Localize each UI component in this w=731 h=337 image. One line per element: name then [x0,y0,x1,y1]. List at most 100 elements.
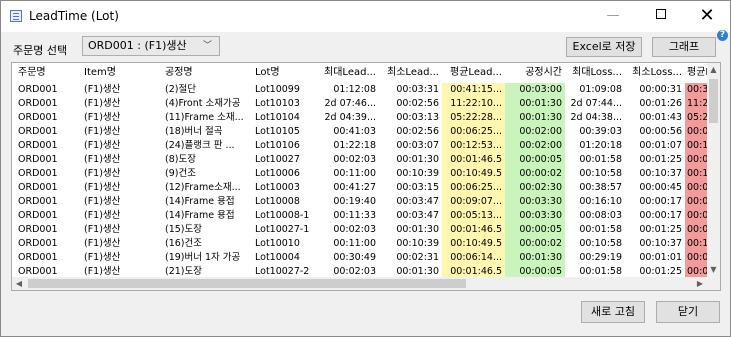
cell-lot: Lot10027 [255,154,300,165]
cell-lot: Lot10008-1 [255,210,310,221]
close-icon: ✕ [699,5,715,26]
scroll-down-icon[interactable]: ▼ [707,263,720,277]
graph-button[interactable]: 그래프 [652,37,716,57]
cell-max-loss: 00:38:57 [579,182,622,193]
cell-min-lead: 00:03:13 [396,112,439,123]
cell-max-loss: 00:01:58 [579,154,622,165]
cell-min-lead: 00:03:47 [396,210,439,221]
cell-avg-lead: 00:10:49.5 [442,167,505,181]
cell-min-loss: 00:00:31 [639,84,682,95]
cell-min-loss: 00:00:45 [639,182,682,193]
cell-process-time: 00:03:30 [505,209,565,223]
app-icon [10,10,22,22]
table-row[interactable]: ORD001 (F1)생산 (9)건조 Lot10006 00:11:00 00:10:3… [12,167,720,181]
table-row[interactable]: ORD001 (F1)생산 (2)절단 Lot10099 01:12:08 00:03:3… [12,83,720,97]
cell-min-loss: 00:01:07 [639,140,682,151]
cell-item: (F1)생산 [84,238,121,249]
scroll-right-icon[interactable]: ▶ [693,277,707,290]
cell-item: (F1)생산 [84,84,121,95]
cell-process-time: 00:03:00 [505,83,565,97]
scroll-left-icon[interactable]: ◀ [12,277,26,290]
cell-avg-lead: 00:01:46.5 [442,153,505,167]
cell-max-loss: 00:08:03 [579,210,622,221]
cell-order: ORD001 [18,154,58,165]
cell-avg-lead: 00:41:15... [442,83,505,97]
cell-min-loss: 00:01:43 [639,112,682,123]
scroll-up-icon[interactable]: ▲ [707,63,720,77]
cell-max-lead: 2d 07:46... [324,98,376,109]
table-row[interactable]: ORD001 (F1)생산 (8)도장 Lot10027 00:02:03 00:01:3… [12,153,720,167]
table-row[interactable]: ORD001 (F1)생산 (24)플랭크 판 ... Lot10106 01:22:1… [12,139,720,153]
cell-process: (18)버너 절곡 [165,126,223,137]
column-header-process-time[interactable]: 공정시간 [505,63,565,83]
cell-process-time: 00:03:30 [505,195,565,209]
table-row[interactable]: ORD001 (F1)생산 (14)Frame 용접 Lot10008-1 00:11:… [12,209,720,223]
cell-lot: Lot10027-1 [255,224,310,235]
cell-max-lead: 00:41:27 [333,182,376,193]
cell-min-lead: 00:01:30 [396,224,439,235]
table-row[interactable]: ORD001 (F1)생산 (16)건조 Lot10010 00:11:00 00:10:… [12,237,720,251]
column-header-max-lead[interactable]: 최대Lead... [316,63,379,83]
cell-avg-lead: 00:10:49.5 [442,237,505,251]
column-header-item[interactable]: Item명 [82,63,156,83]
horizontal-scrollbar[interactable]: ◀ ▶ [12,277,707,290]
vertical-scroll-thumb[interactable] [709,79,718,123]
cell-max-loss: 00:10:58 [579,168,622,179]
cell-lot: Lot10004 [255,252,300,263]
cell-max-lead: 00:02:03 [333,224,376,235]
cell-order: ORD001 [18,252,58,263]
cell-min-lead: 00:03:47 [396,196,439,207]
vertical-scrollbar[interactable]: ▲ ▼ [707,63,720,278]
table-row[interactable]: ORD001 (F1)생산 (15)도장 Lot10027-1 00:02:03 00:0… [12,223,720,237]
cell-process-time: 00:02:00 [505,139,565,153]
help-icon[interactable]: ? [717,30,728,41]
cell-avg-lead: 11:22:10... [442,97,505,111]
save-excel-button[interactable]: Excel로 저장 [566,37,642,57]
cell-process-time: 00:00:02 [505,237,565,251]
table-row[interactable]: ORD001 (F1)생산 (14)Frame 용접 Lot10008 00:19:40… [12,195,720,209]
cell-avg-lead: 00:01:46.5 [442,223,505,237]
cell-max-lead: 00:41:03 [333,126,376,137]
column-header-max-loss[interactable]: 최대Loss... [565,63,625,83]
column-header-lot[interactable]: Lot명 [253,63,316,83]
table-row[interactable]: ORD001 (F1)생산 (18)버너 절곡 Lot10105 00:41:03 00:… [12,125,720,139]
cell-min-loss: 00:00:56 [639,126,682,137]
cell-max-lead: 00:11:00 [333,238,376,249]
column-header-order[interactable]: 주문명 [16,63,79,83]
cell-item: (F1)생산 [84,126,121,137]
column-header-process[interactable]: 공정명 [163,63,251,83]
column-header-min-loss[interactable]: 최소Loss... [625,63,685,83]
order-select-dropdown[interactable]: ORD001 : (F1)생산 ﹀ [82,36,220,56]
order-select-value: ORD001 : (F1)생산 [88,39,187,52]
cell-order: ORD001 [18,140,58,151]
table-row[interactable]: ORD001 (F1)생산 (19)버너 1자 가공 Lot10004 00:30:49… [12,251,720,265]
cell-min-lead: 00:03:15 [396,182,439,193]
close-button[interactable]: 닫기 [656,301,720,323]
cell-process: (2)절단 [165,84,196,95]
table-row[interactable]: ORD001 (F1)생산 (11)Frame 소재... Lot10104 2d 04… [12,111,720,125]
column-header-avg-lead[interactable]: 평균Lead... [442,63,505,83]
cell-item: (F1)생산 [84,210,121,221]
refresh-button[interactable]: 새로 고침 [581,301,645,323]
minimize-button[interactable]: — [592,1,634,31]
cell-min-loss: 00:00:17 [639,210,682,221]
maximize-button[interactable] [640,1,682,31]
table-row[interactable]: ORD001 (F1)생산 (12)Frame소재... Lot10003 00:41:… [12,181,720,195]
horizontal-scroll-thumb[interactable] [28,279,466,288]
table-row[interactable]: ORD001 (F1)생산 (4)Front 소재가공 Lot10103 2d 07:4… [12,97,720,111]
leadtime-table[interactable]: 주문명 Item명 공정명 Lot명 최대Lead... 최소Lead... 평균Lead.… [11,62,721,291]
cell-max-lead: 00:30:49 [333,252,376,263]
cell-min-loss: 00:01:01 [639,252,682,263]
cell-max-lead: 01:12:08 [333,84,376,95]
cell-min-lead: 00:01:30 [396,154,439,165]
cell-process: (24)플랭크 판 ... [165,140,235,151]
close-window-button[interactable]: ✕ [686,1,728,31]
column-header-min-lead[interactable]: 최소Lead... [379,63,442,83]
cell-item: (F1)생산 [84,224,121,235]
cell-item: (F1)생산 [84,196,121,207]
window-title: LeadTime (Lot) [29,9,119,23]
cell-order: ORD001 [18,168,58,179]
cell-min-loss: 00:00:17 [639,196,682,207]
cell-lot: Lot10104 [255,112,300,123]
cell-avg-lead: 00:06:14... [442,251,505,265]
